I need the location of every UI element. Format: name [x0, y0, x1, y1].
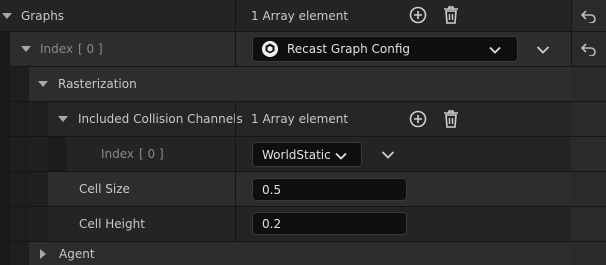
graphs-row: Graphs 1 Array element	[0, 0, 606, 31]
recast-graph-config-combo[interactable]: Recast Graph Config	[252, 36, 518, 62]
cell-size-row: Cell Size 0.5	[0, 172, 606, 206]
cell-height-label: Cell Height	[79, 217, 145, 231]
included-collision-channels-label: Included Collision Channels	[78, 112, 243, 126]
collapse-triangle-icon[interactable]	[38, 81, 48, 87]
agent-row: Agent	[0, 242, 606, 265]
index-number: [ 0 ]	[78, 42, 103, 56]
delete-array-icon[interactable]	[441, 4, 461, 26]
cell-size-value: 0.5	[262, 182, 282, 197]
collapse-triangle-icon[interactable]	[58, 116, 68, 122]
index-label: Index	[40, 42, 74, 56]
collision-channel-value: WorldStatic	[262, 147, 331, 162]
chevron-down-icon	[489, 44, 501, 58]
reset-to-default-icon[interactable]	[571, 0, 606, 31]
expand-triangle-icon[interactable]	[40, 248, 46, 259]
collision-channel-combo[interactable]: WorldStatic	[252, 142, 362, 167]
index-number: [ 0 ]	[139, 147, 164, 161]
rasterization-label: Rasterization	[58, 77, 137, 91]
cell-height-input[interactable]: 0.2	[252, 212, 407, 235]
collapse-triangle-icon[interactable]	[2, 12, 12, 19]
index-label: Index	[101, 147, 135, 161]
expand-options-chevron-icon[interactable]	[536, 44, 550, 58]
collision-index-row: Index [ 0 ] WorldStatic	[0, 137, 606, 171]
add-element-icon[interactable]	[408, 109, 428, 129]
graphs-value: 1 Array element	[251, 8, 349, 23]
add-element-icon[interactable]	[408, 5, 428, 25]
reset-to-default-icon[interactable]	[571, 32, 606, 66]
asset-class-icon	[261, 40, 279, 58]
included-collision-channels-row: Included Collision Channels 1 Array elem…	[0, 102, 606, 136]
index-row: Index [ 0 ] Recast Graph Config	[0, 32, 606, 66]
graphs-label: Graphs	[21, 8, 65, 23]
recast-graph-config-value: Recast Graph Config	[287, 42, 411, 56]
included-collision-channels-value: 1 Array element	[251, 112, 349, 126]
expand-options-chevron-icon[interactable]	[381, 149, 395, 163]
delete-array-icon[interactable]	[441, 108, 461, 130]
chevron-down-icon	[335, 150, 347, 164]
rasterization-row: Rasterization	[0, 67, 606, 101]
cell-height-value: 0.2	[262, 216, 282, 231]
agent-label: Agent	[59, 246, 95, 261]
collapse-triangle-icon[interactable]	[21, 46, 31, 52]
cell-size-input[interactable]: 0.5	[252, 178, 407, 201]
cell-size-label: Cell Size	[79, 182, 130, 196]
cell-height-row: Cell Height 0.2	[0, 207, 606, 241]
